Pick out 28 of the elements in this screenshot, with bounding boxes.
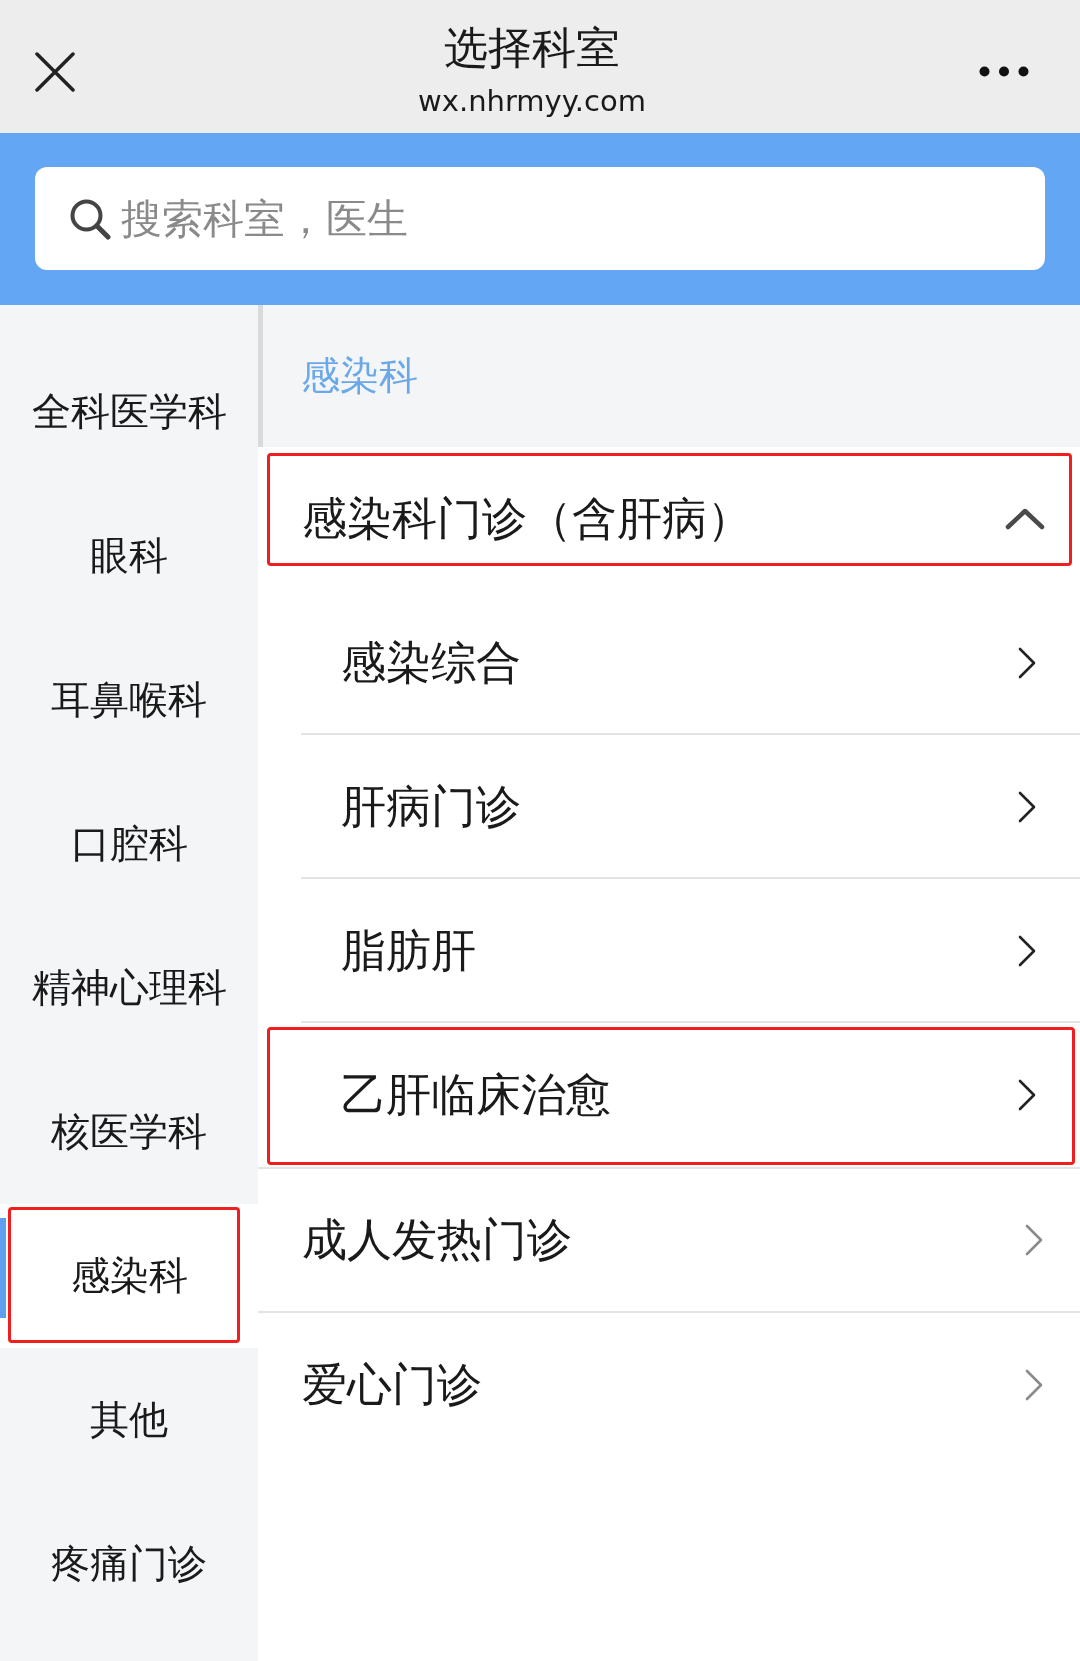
sidebar-item[interactable]: 其他 [0,1348,258,1492]
clinic-item[interactable]: 爱心门诊 [258,1313,1080,1457]
chevron-right-icon [1018,791,1036,823]
sidebar-item[interactable]: 核医学科 [0,1060,258,1204]
sidebar-item[interactable]: 疼痛门诊 [0,1492,258,1636]
chevron-right-icon [1018,935,1036,967]
chevron-right-icon [1025,1369,1043,1401]
search-icon [69,197,111,240]
sidebar-item[interactable]: 感染科 [0,1204,258,1348]
clinic-group-header[interactable]: 感染科门诊（含肝病） [258,447,1080,591]
clinic-item[interactable]: 乙肝临床治愈 [258,1023,1080,1167]
close-icon [35,51,75,92]
chevron-right-icon [1025,1224,1043,1256]
page-url: wx.nhrmyy.com [418,83,646,120]
close-button[interactable] [35,51,75,92]
sidebar-item[interactable]: 全科医学科 [0,340,258,484]
sidebar-item[interactable]: 耳鼻喉科 [0,628,258,772]
more-button[interactable] [979,66,1029,77]
sidebar-item[interactable]: 精神心理科 [0,916,258,1060]
search-field[interactable]: 搜索科室，医生 [35,167,1045,270]
department-title: 感染科 [301,352,418,400]
page-title: 选择科室 [444,22,620,74]
sidebar-item[interactable]: 口腔科 [0,772,258,916]
chevron-right-icon [1018,1079,1036,1111]
chevron-right-icon [1018,647,1036,679]
more-icon [979,66,1029,77]
sidebar-item[interactable]: 眼科 [0,484,258,628]
clinic-item[interactable]: 成人发热门诊 [258,1169,1080,1313]
